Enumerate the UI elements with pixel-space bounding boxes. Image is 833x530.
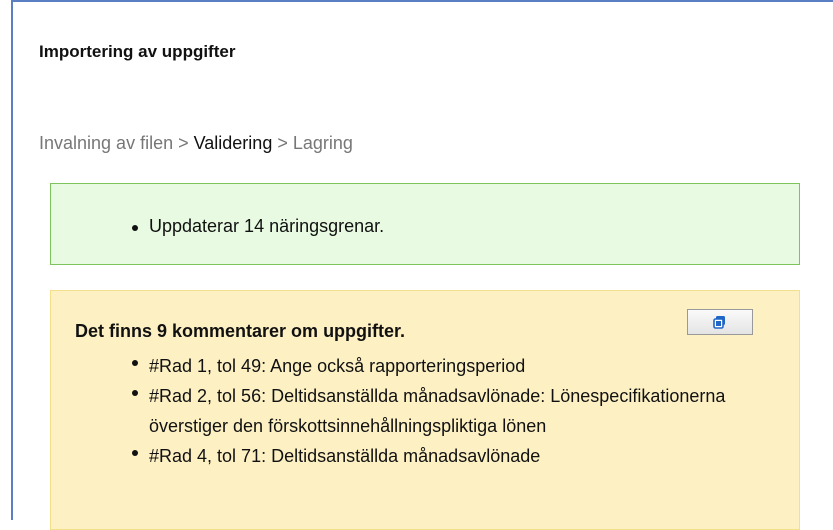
breadcrumb-separator: >	[173, 133, 194, 153]
breadcrumb-separator: >	[272, 133, 293, 153]
breadcrumb: Invalning av filen > Validering > Lagrin…	[39, 133, 353, 154]
breadcrumb-step-save: Lagring	[292, 133, 353, 153]
breadcrumb-step-validation: Validering	[193, 133, 273, 153]
comment-item: #Rad 4, tol 71: Deltidsanställda månadsa…	[132, 441, 749, 471]
page-title: Importering av uppgifter	[39, 42, 236, 61]
success-message-box: Uppdaterar 14 näringsgrenar.	[50, 183, 800, 265]
copy-icon	[713, 316, 725, 329]
copy-button[interactable]	[687, 309, 753, 335]
comments-list: #Rad 1, tol 49: Ange också rapporterings…	[132, 351, 749, 471]
comment-item: #Rad 1, tol 49: Ange också rapporterings…	[132, 351, 749, 381]
comments-message-box: Det finns 9 kommentarer om uppgifter. #R…	[50, 290, 800, 530]
success-list: Uppdaterar 14 näringsgrenar.	[131, 216, 385, 237]
comments-title: Det finns 9 kommentarer om uppgifter.	[75, 321, 406, 341]
success-list-item: Uppdaterar 14 näringsgrenar.	[131, 216, 385, 236]
breadcrumb-step-upload: Invalning av filen	[39, 133, 174, 153]
comment-item: #Rad 2, tol 56: Deltidsanställda månadsa…	[132, 381, 749, 441]
